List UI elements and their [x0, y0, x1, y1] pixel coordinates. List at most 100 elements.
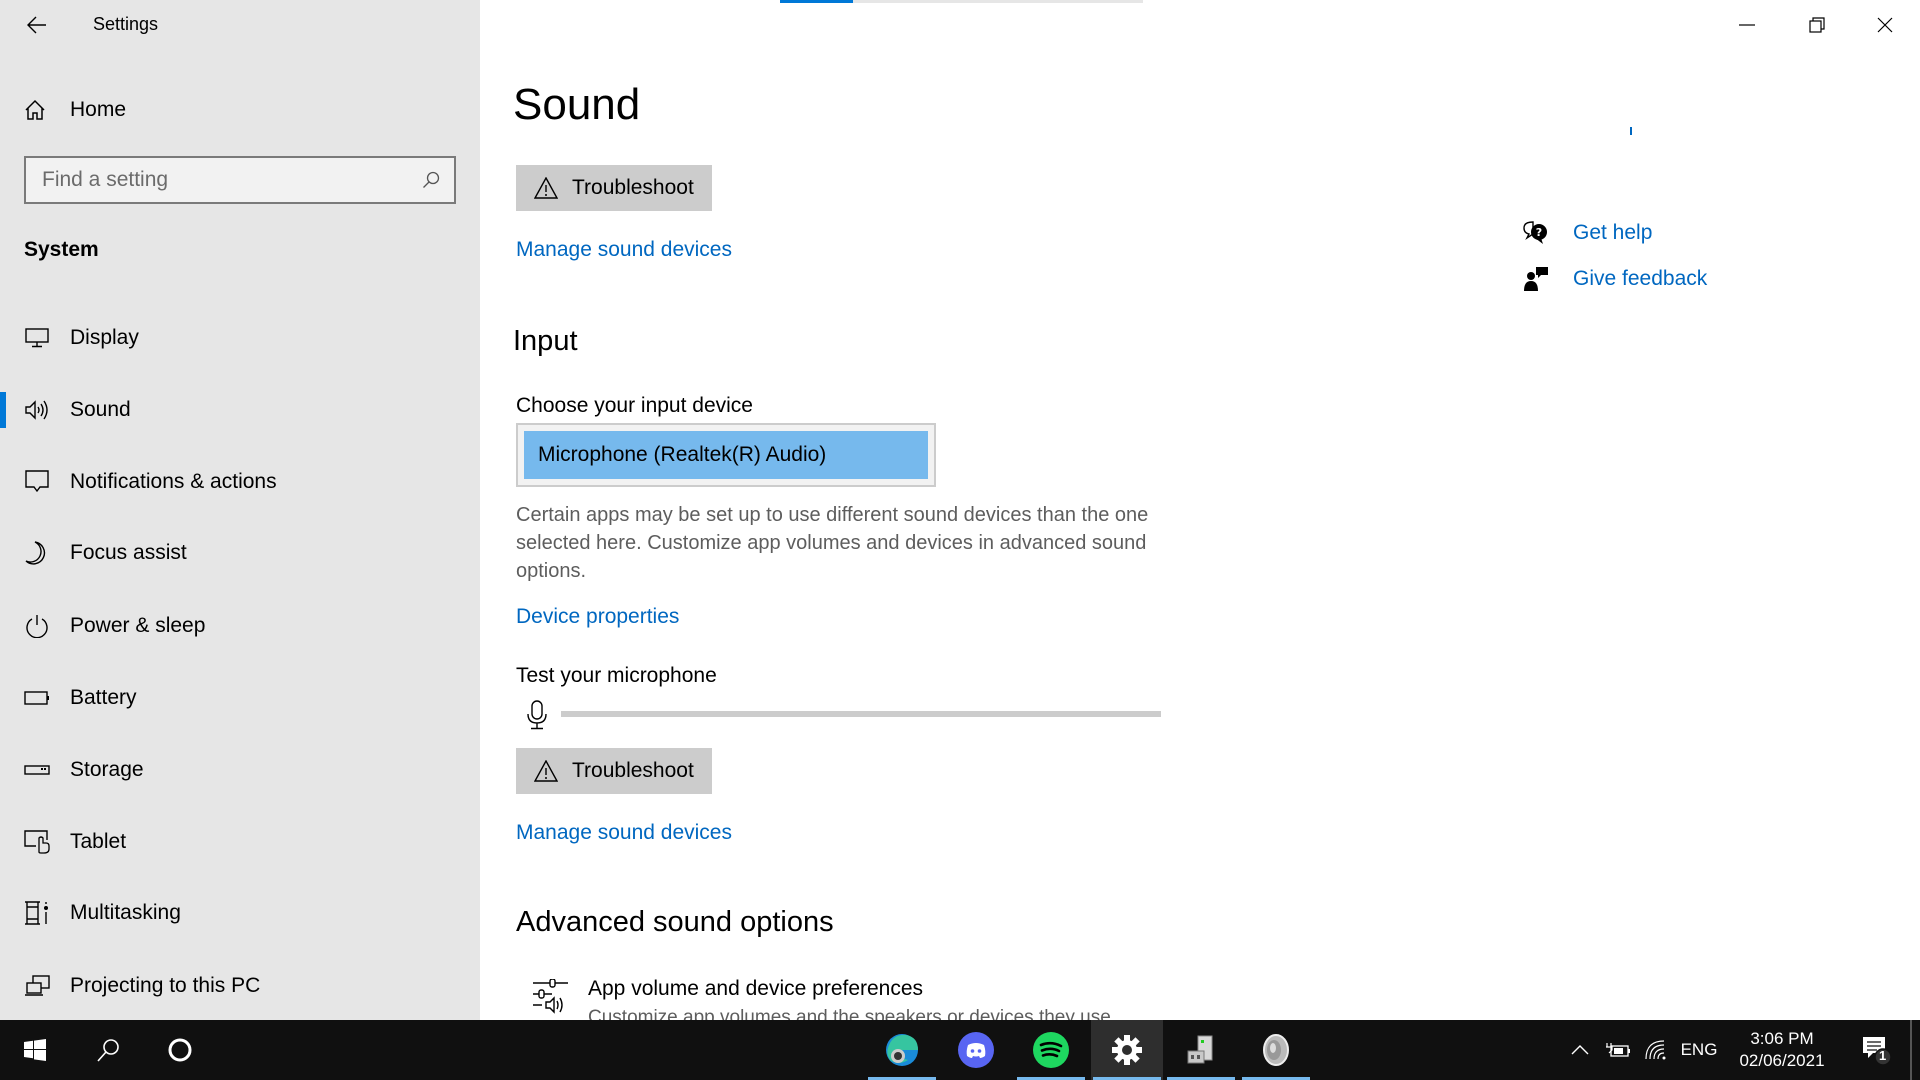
search-taskbar-button[interactable] — [72, 1020, 144, 1080]
show-hidden-icons-button[interactable] — [1562, 1020, 1598, 1080]
clock[interactable]: 3:06 PM 02/06/2021 — [1724, 1020, 1840, 1080]
sidebar-item-label: Projecting to this PC — [70, 974, 261, 997]
minimize-button[interactable] — [1712, 0, 1782, 50]
input-manage-devices-link[interactable]: Manage sound devices — [516, 821, 732, 845]
sidebar-item-sound[interactable]: Sound — [0, 380, 480, 440]
output-volume-slider[interactable] — [780, 0, 1143, 3]
chevron-up-icon — [1571, 1045, 1589, 1055]
battery-tray-button[interactable] — [1600, 1020, 1636, 1080]
help-chat-icon: ? — [1523, 221, 1547, 244]
taskbar-app-settings[interactable] — [1091, 1020, 1163, 1080]
start-button[interactable] — [0, 1020, 70, 1080]
sidebar-item-multitasking[interactable]: Multitasking — [0, 883, 480, 943]
input-device-selected[interactable]: Microphone (Realtek(R) Audio) — [524, 431, 928, 479]
spotify-icon — [1033, 1032, 1069, 1068]
close-icon — [1877, 17, 1893, 33]
search-icon[interactable] — [422, 171, 440, 189]
sidebar-item-label: Notifications & actions — [70, 470, 277, 493]
get-help-link[interactable]: ? Get help — [1523, 220, 1652, 246]
sidebar-item-tablet[interactable]: Tablet — [0, 812, 480, 872]
microphone-icon — [527, 700, 547, 730]
battery-charging-icon — [1606, 1043, 1630, 1057]
sidebar-home[interactable]: Home — [24, 92, 126, 128]
taskbar-app-device-manager[interactable] — [1165, 1020, 1237, 1080]
sidebar-item-label: Battery — [70, 686, 137, 709]
storage-icon — [24, 757, 50, 783]
monitor-icon — [24, 325, 50, 351]
svg-text:?: ? — [1536, 226, 1542, 239]
warning-icon — [534, 177, 558, 199]
restore-button[interactable] — [1782, 0, 1852, 50]
input-description: Certain apps may be set up to use differ… — [516, 504, 1149, 582]
language-indicator[interactable]: ENG — [1676, 1020, 1722, 1080]
sidebar: Settings Home System Display Sound Notif… — [0, 0, 480, 1020]
give-feedback-label[interactable]: Give feedback — [1573, 267, 1707, 291]
sidebar-item-projecting[interactable]: Projecting to this PC — [0, 956, 480, 1016]
home-label: Home — [70, 98, 127, 121]
action-center-icon — [1863, 1037, 1892, 1066]
notification-icon — [24, 469, 50, 495]
sidebar-item-focus-assist[interactable]: Focus assist — [0, 523, 480, 583]
input-troubleshoot-button[interactable]: Troubleshoot — [516, 748, 712, 794]
test-microphone-label: Test your microphone — [516, 664, 717, 687]
moon-icon — [24, 540, 50, 566]
back-button[interactable] — [22, 10, 52, 40]
warning-icon — [534, 760, 558, 782]
sidebar-item-power-sleep[interactable]: Power & sleep — [0, 596, 480, 656]
close-button[interactable] — [1850, 0, 1920, 50]
app-volume-preferences-item[interactable]: App volume and device preferences Custom… — [532, 977, 1332, 1020]
taskbar: ENG 3:06 PM 02/06/2021 1 — [0, 1020, 1920, 1080]
edge-icon — [886, 1034, 918, 1066]
clock-time: 3:06 PM — [1750, 1029, 1814, 1048]
tablet-icon — [24, 829, 50, 855]
sidebar-item-battery[interactable]: Battery — [0, 668, 480, 728]
taskbar-app-edge[interactable] — [866, 1020, 938, 1080]
search-input[interactable] — [42, 168, 422, 192]
sidebar-item-label: Tablet — [70, 830, 127, 853]
restore-icon — [1809, 17, 1825, 33]
sidebar-item-notifications[interactable]: Notifications & actions — [0, 452, 480, 512]
troubleshoot-label: Troubleshoot — [572, 176, 694, 199]
network-tray-button[interactable] — [1638, 1020, 1674, 1080]
multitasking-icon — [24, 900, 50, 926]
windows-logo-icon — [24, 1039, 46, 1061]
show-desktop-button[interactable] — [1910, 1020, 1912, 1080]
sidebar-item-label: Display — [70, 326, 139, 349]
sidebar-item-storage[interactable]: Storage — [0, 740, 480, 800]
output-troubleshoot-button[interactable]: Troubleshoot — [516, 165, 712, 211]
sidebar-item-display[interactable]: Display — [0, 308, 480, 368]
wifi-icon — [1645, 1040, 1666, 1060]
choose-input-label: Choose your input device — [516, 394, 753, 417]
taskbar-app-discord[interactable] — [940, 1020, 1012, 1080]
section-title: System — [24, 238, 99, 261]
power-icon — [24, 613, 50, 639]
discord-icon — [958, 1032, 994, 1068]
taskbar-app-spotify[interactable] — [1015, 1020, 1087, 1080]
output-manage-devices-link[interactable]: Manage sound devices — [516, 238, 732, 262]
sidebar-item-label: Power & sleep — [70, 614, 206, 637]
device-properties-link[interactable]: Device properties — [516, 605, 679, 629]
speaker-app-icon — [1263, 1034, 1289, 1066]
sidebar-item-label: Focus assist — [70, 541, 187, 564]
sidebar-item-label: Multitasking — [70, 901, 181, 924]
taskbar-app-sound[interactable] — [1240, 1020, 1312, 1080]
settings-gear-icon — [1112, 1035, 1142, 1065]
notification-count-badge: 1 — [1879, 1048, 1887, 1063]
troubleshoot-label: Troubleshoot — [572, 759, 694, 782]
get-help-label[interactable]: Get help — [1573, 221, 1652, 245]
cortana-button[interactable] — [144, 1020, 216, 1080]
action-center-button[interactable]: 1 — [1848, 1020, 1904, 1080]
search-box[interactable] — [24, 156, 456, 204]
home-icon — [25, 99, 45, 120]
give-feedback-link[interactable]: Give feedback — [1523, 266, 1707, 292]
main-content: Sound Troubleshoot Manage sound devices … — [480, 0, 1920, 1020]
projecting-icon — [24, 973, 50, 999]
cortana-icon — [168, 1038, 192, 1062]
search-icon — [97, 1039, 119, 1062]
input-device-select[interactable]: Microphone (Realtek(R) Audio) — [516, 423, 936, 487]
device-manager-icon — [1187, 1035, 1213, 1064]
back-arrow-icon — [27, 16, 46, 34]
microphone-level-meter — [561, 711, 1161, 717]
app-volume-description: Customize app volumes and the speakers o… — [588, 1007, 1117, 1020]
input-heading: Input — [513, 325, 578, 357]
